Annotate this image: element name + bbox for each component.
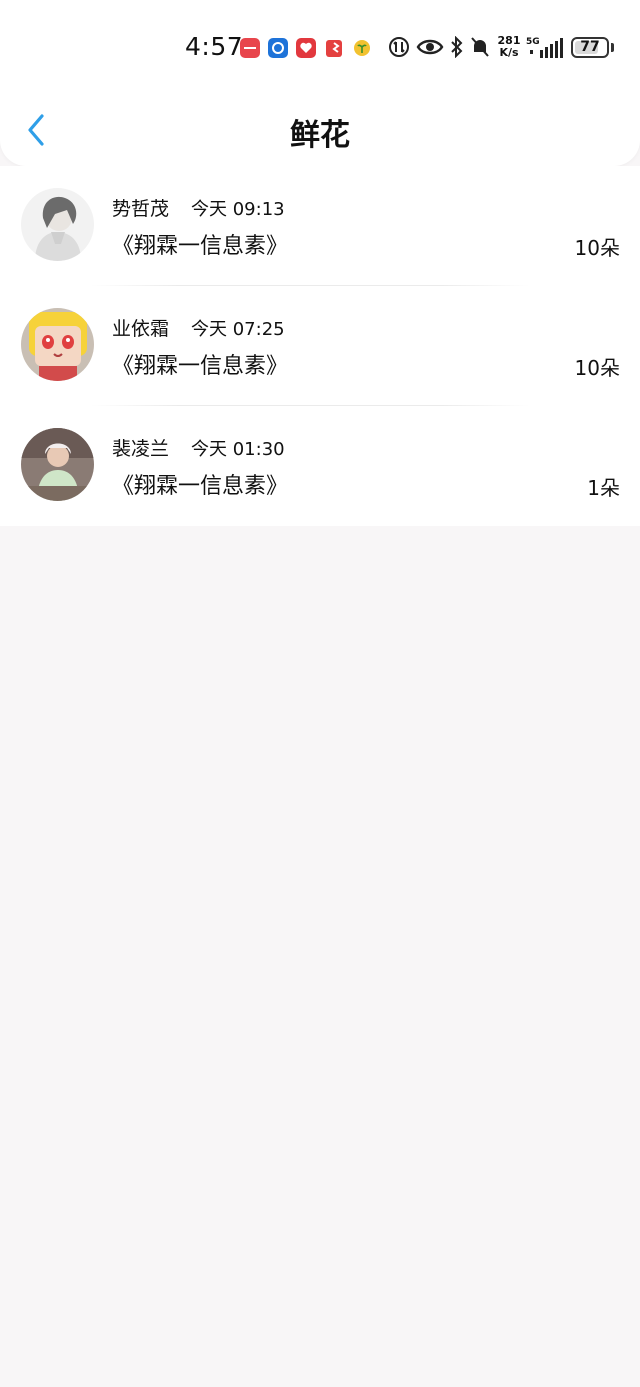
avatar (21, 188, 94, 261)
flower-count: 10朵 (574, 356, 620, 380)
status-time: 4:57 (185, 32, 244, 61)
list-item[interactable]: 势哲茂 今天 09:13 《翔霖一信息素》 10朵 (0, 166, 640, 286)
signal-icon (530, 38, 564, 58)
send-time: 今天 09:13 (191, 199, 285, 220)
sprout-app-icon (354, 40, 370, 56)
sender-name: 业依霜 (112, 318, 170, 340)
eye-icon (416, 36, 444, 58)
page-title: 鲜花 (290, 118, 350, 153)
book-title: 《翔霖一信息素》 (112, 474, 289, 499)
send-time: 今天 07:25 (191, 319, 285, 340)
mute-bell-icon (470, 36, 490, 58)
shield-app-icon (326, 40, 342, 57)
book-title: 《翔霖一信息素》 (112, 354, 289, 379)
flower-count: 10朵 (574, 236, 620, 260)
avatar (21, 308, 94, 381)
avatar (21, 428, 94, 501)
sender-name: 势哲茂 (112, 198, 170, 220)
battery-text: 77 (580, 39, 600, 55)
data-sync-icon (388, 36, 410, 58)
header: 4:57 281 K/s 5G 77 鲜花 (0, 0, 640, 166)
heart-app-icon (296, 38, 316, 58)
bluetooth-icon (450, 36, 464, 58)
send-time: 今天 01:30 (191, 439, 285, 460)
network-speed: 281 K/s (496, 35, 522, 59)
huawei-app-icon (240, 38, 260, 58)
flower-record-list: 势哲茂 今天 09:13 《翔霖一信息素》 10朵 业依霜 今天 07:25 《… (0, 166, 640, 526)
battery-icon: 77 (571, 37, 609, 58)
list-item[interactable]: 裴凌兰 今天 01:30 《翔霖一信息素》 1朵 (0, 406, 640, 526)
book-title: 《翔霖一信息素》 (112, 234, 289, 259)
status-bar: 4:57 281 K/s 5G 77 (0, 0, 640, 96)
list-item[interactable]: 业依霜 今天 07:25 《翔霖一信息素》 10朵 (0, 286, 640, 406)
chat-app-icon (268, 38, 288, 58)
sender-name: 裴凌兰 (112, 438, 170, 460)
nav-bar: 鲜花 (0, 96, 640, 166)
flower-count: 1朵 (587, 476, 620, 500)
speed-unit: K/s (499, 46, 519, 59)
battery-tip (611, 43, 614, 52)
